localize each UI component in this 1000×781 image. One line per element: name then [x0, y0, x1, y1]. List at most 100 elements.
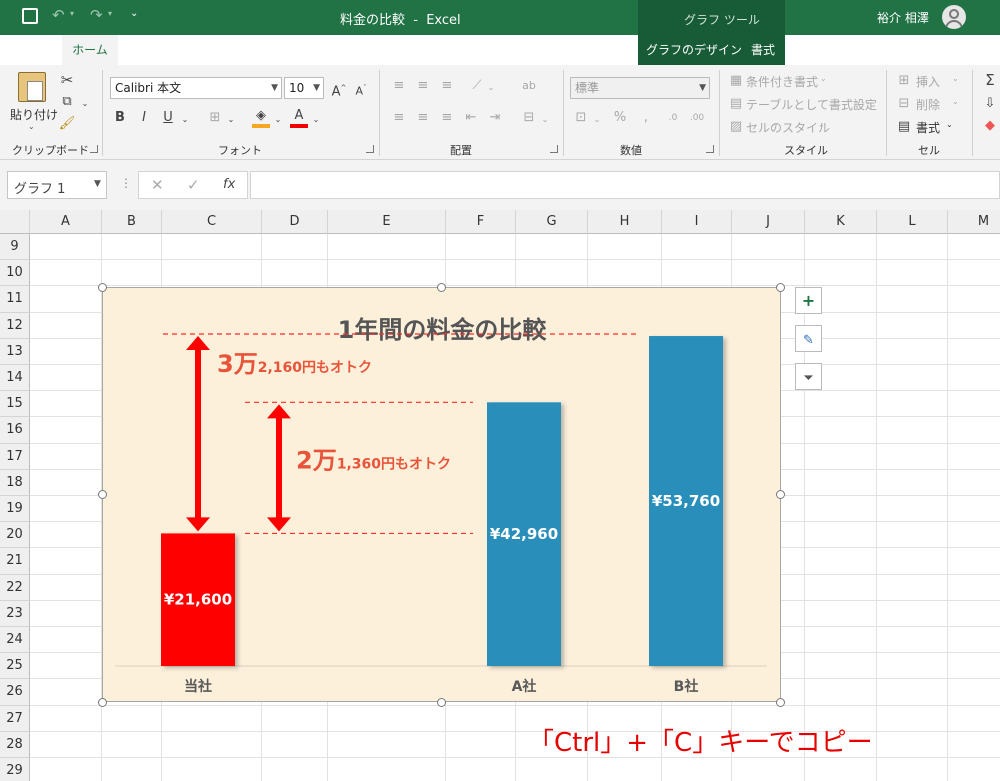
align-left-icon[interactable]: ≡	[390, 110, 408, 126]
increase-indent-icon[interactable]: ⇥	[486, 110, 504, 126]
font-color-icon[interactable]: A	[290, 108, 308, 128]
bold-button[interactable]: B	[112, 110, 128, 126]
format-as-table-button[interactable]: テーブルとして書式設定	[746, 96, 877, 113]
paste-dropdown-icon[interactable]: ⌄	[28, 122, 35, 131]
tab-page-layout[interactable]: ページ レイアウト	[170, 35, 274, 65]
delete-cells-button[interactable]: 削除	[916, 96, 940, 113]
borders-dropdown-icon[interactable]: ⌄	[226, 112, 236, 128]
font-launcher-icon[interactable]	[366, 145, 374, 153]
column-header[interactable]: I	[662, 210, 732, 234]
column-header[interactable]: F	[446, 210, 516, 234]
column-header[interactable]: B	[102, 210, 162, 234]
number-format-combo[interactable]: 標準 ▼	[570, 77, 710, 99]
decrease-font-size-icon[interactable]: Aˇ	[352, 80, 370, 100]
row-header[interactable]: 9	[0, 234, 30, 261]
autosum-icon[interactable]: Σ	[982, 72, 998, 88]
borders-icon[interactable]: ⊞	[206, 110, 224, 126]
chart-area[interactable]: 1年間の料金の比較 ¥21,600 当社 ¥42,960 A社 ¥53,760 B社 3万2,…	[102, 287, 781, 702]
copy-icon[interactable]: ⧉	[58, 94, 76, 110]
increase-font-size-icon[interactable]: A^	[330, 80, 348, 100]
paste-button[interactable]: 貼り付け	[10, 106, 58, 123]
resize-handle[interactable]	[776, 490, 785, 499]
orientation-dropdown-icon[interactable]: ⌄	[486, 80, 496, 96]
paste-icon[interactable]	[18, 72, 46, 102]
tab-insert[interactable]: 挿入	[126, 35, 162, 65]
column-header[interactable]: E	[328, 210, 446, 234]
underline-button[interactable]: U	[160, 110, 176, 126]
tell-me-search[interactable]: 何をしますか	[822, 35, 894, 65]
row-header[interactable]: 23	[0, 600, 30, 627]
decrease-indent-icon[interactable]: ⇤	[462, 110, 480, 126]
undo-icon[interactable]: ↶	[52, 6, 65, 24]
wrap-text-icon[interactable]: ab	[520, 78, 538, 94]
format-cells-icon[interactable]: ▤	[896, 119, 912, 135]
row-header[interactable]: 28	[0, 731, 30, 758]
row-header[interactable]: 11	[0, 286, 30, 313]
align-bottom-icon[interactable]: ≡	[438, 78, 456, 94]
resize-handle[interactable]	[98, 698, 107, 707]
fill-color-dropdown-icon[interactable]: ⌄	[273, 112, 283, 128]
row-header[interactable]: 21	[0, 548, 30, 575]
italic-button[interactable]: I	[136, 110, 152, 126]
number-launcher-icon[interactable]	[706, 145, 714, 153]
format-cells-button[interactable]: 書式	[916, 119, 940, 136]
tab-formulas[interactable]: 数式	[282, 35, 316, 65]
copy-dropdown-icon[interactable]: ⌄	[80, 96, 90, 112]
column-header[interactable]: M	[948, 210, 1000, 234]
delete-cells-icon[interactable]: ⊟	[896, 96, 912, 112]
row-header[interactable]: 18	[0, 469, 30, 496]
row-header[interactable]: 20	[0, 522, 30, 549]
insert-cells-button[interactable]: 挿入	[916, 73, 940, 90]
column-header[interactable]: C	[162, 210, 262, 234]
column-header[interactable]: D	[262, 210, 328, 234]
row-header[interactable]: 14	[0, 365, 30, 392]
fill-icon[interactable]: ⇩	[982, 96, 998, 112]
chart-styles-button[interactable]: ✎	[795, 325, 822, 352]
align-right-icon[interactable]: ≡	[438, 110, 456, 126]
row-header[interactable]: 29	[0, 758, 30, 781]
enter-icon[interactable]: ✓	[187, 176, 200, 194]
redo-icon[interactable]: ↷	[90, 6, 103, 24]
alignment-launcher-icon[interactable]	[550, 145, 558, 153]
clipboard-launcher-icon[interactable]	[90, 145, 98, 153]
increase-decimal-icon[interactable]: .0	[664, 110, 682, 126]
font-color-dropdown-icon[interactable]: ⌄	[311, 112, 321, 128]
column-header[interactable]: H	[588, 210, 662, 234]
resize-handle[interactable]	[98, 283, 107, 292]
align-top-icon[interactable]: ≡	[390, 78, 408, 94]
tab-help[interactable]: ヘルプ	[488, 35, 532, 65]
row-header[interactable]: 19	[0, 496, 30, 523]
resize-handle[interactable]	[776, 283, 785, 292]
tab-review[interactable]: 校閲	[388, 35, 424, 65]
fill-color-icon[interactable]: ◈	[252, 108, 270, 128]
resize-handle[interactable]	[98, 490, 107, 499]
row-header[interactable]: 13	[0, 338, 30, 365]
resize-handle[interactable]	[437, 698, 446, 707]
conditional-format-button[interactable]: 条件付き書式	[746, 73, 818, 90]
row-header[interactable]: 25	[0, 653, 30, 680]
formula-input[interactable]	[250, 171, 1000, 199]
column-header[interactable]: J	[732, 210, 805, 234]
merge-center-icon[interactable]: ⊟	[520, 110, 538, 126]
merge-dropdown-icon[interactable]: ⌄	[540, 112, 550, 128]
select-all-corner[interactable]	[0, 210, 30, 234]
accounting-format-icon[interactable]: ⊡	[572, 110, 590, 126]
accounting-dropdown-icon[interactable]: ⌄	[592, 112, 602, 128]
undo-dropdown-icon[interactable]: ▾	[70, 9, 74, 18]
resize-handle[interactable]	[776, 698, 785, 707]
column-header[interactable]: L	[877, 210, 948, 234]
more-options-icon[interactable]: ⋮	[120, 176, 132, 190]
customize-qat-icon[interactable]: ⌄	[130, 8, 138, 19]
row-header[interactable]: 27	[0, 705, 30, 732]
insert-function-button[interactable]: fx	[223, 177, 235, 192]
font-size-combo[interactable]: 10 ▼	[284, 77, 324, 99]
resize-handle[interactable]	[437, 283, 446, 292]
row-header[interactable]: 26	[0, 679, 30, 706]
tab-chart-design[interactable]: グラフのデザイン	[644, 35, 744, 65]
insert-cells-icon[interactable]: ⊞	[896, 73, 912, 89]
cell-styles-icon[interactable]: ▨	[728, 119, 744, 135]
comma-style-icon[interactable]: ,	[638, 110, 654, 126]
redo-dropdown-icon[interactable]: ▾	[108, 9, 112, 18]
cancel-icon[interactable]: ✕	[151, 176, 164, 194]
row-header[interactable]: 17	[0, 443, 30, 470]
